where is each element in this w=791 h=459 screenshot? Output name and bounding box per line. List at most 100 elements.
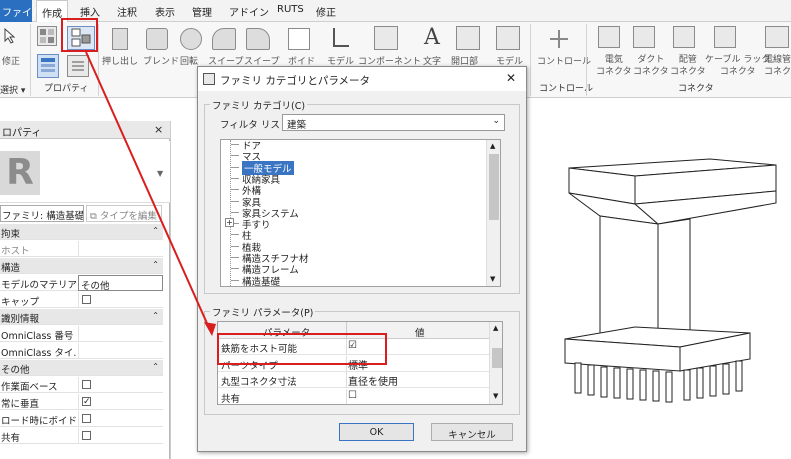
text-icon[interactable]: A	[420, 26, 444, 50]
property-value[interactable]	[78, 241, 163, 257]
property-section[interactable]: 識別情報 ⌃	[0, 309, 163, 325]
property-row[interactable]: OmniClass タイ...	[0, 343, 163, 359]
scroll-thumb[interactable]	[489, 154, 499, 220]
collapse-icon[interactable]: ⌃	[152, 260, 159, 269]
checkbox[interactable]	[82, 431, 91, 440]
menu-annotate[interactable]: 注釈	[117, 4, 137, 19]
pipe-connector-icon[interactable]	[673, 26, 695, 48]
component-icon[interactable]	[374, 26, 398, 50]
tool-cable-tray-connector[interactable]: ケーブル ラック コネクタ	[705, 54, 770, 78]
menu-manage[interactable]: 管理	[192, 4, 212, 19]
menu-modify[interactable]: 修正	[316, 4, 336, 19]
col-divider	[346, 388, 347, 404]
property-row[interactable]: 作業面ベース	[0, 377, 163, 393]
properties-close-icon[interactable]: ×	[154, 123, 163, 136]
electrical-connector-icon[interactable]	[598, 26, 620, 48]
tool-control[interactable]: コントロール	[537, 54, 591, 67]
checkbox[interactable]	[82, 414, 91, 423]
param-row[interactable]: 共有 ☐	[218, 388, 489, 404]
highlight-ribbon-button	[61, 18, 98, 52]
category-item[interactable]: 構造基礎	[242, 274, 280, 286]
params-scrollbar[interactable]: ▲ ▼	[489, 322, 502, 404]
tool-revolve[interactable]: 回転	[180, 54, 198, 67]
properties-icon[interactable]	[37, 54, 59, 78]
cable-tray-connector-icon[interactable]	[714, 26, 736, 48]
checkbox[interactable]: ✓	[82, 397, 91, 407]
modify-cursor-icon[interactable]	[3, 27, 17, 44]
category-scrollbar[interactable]: ▲ ▼	[486, 140, 500, 286]
property-section[interactable]: 構造 ⌃	[0, 258, 163, 274]
control-arrows-icon[interactable]	[548, 28, 570, 50]
scroll-thumb[interactable]	[492, 348, 502, 368]
property-section[interactable]: その他 ⌃	[0, 360, 163, 376]
property-row[interactable]: OmniClass 番号	[0, 326, 163, 342]
edit-type-button[interactable]: ⧉ タイプを編集	[86, 205, 162, 222]
param-value[interactable]: ☐	[348, 390, 357, 401]
ok-button[interactable]: OK	[339, 423, 414, 441]
blend-icon[interactable]	[146, 28, 168, 50]
property-value[interactable]	[78, 326, 163, 342]
collapse-icon[interactable]: ⌃	[152, 362, 159, 371]
conduit-connector-icon[interactable]	[765, 26, 789, 48]
model-group-icon[interactable]	[496, 26, 520, 50]
revolve-icon[interactable]	[180, 28, 202, 50]
scroll-up-icon[interactable]: ▲	[493, 324, 498, 332]
menu-insert[interactable]: 挿入	[80, 4, 100, 19]
property-value[interactable]: その他	[78, 275, 163, 292]
modify-label[interactable]: 修正	[2, 54, 20, 67]
property-label: その他	[1, 365, 30, 376]
tool-blend[interactable]: ブレンド	[143, 54, 179, 67]
property-label: 拘束	[1, 229, 21, 240]
filter-select[interactable]: 建築 ⌄	[282, 114, 505, 131]
type-selector[interactable]: ファミリ: 構造基礎	[0, 205, 84, 222]
scroll-down-icon[interactable]: ▼	[493, 392, 498, 400]
category-group-label: ファミリ カテゴリ(C)	[210, 98, 308, 112]
property-section[interactable]: 拘束 ⌃	[0, 224, 163, 240]
chevron-down-icon: ⌄	[492, 116, 500, 126]
category-list[interactable]: ドア マス 一般モデル 収納家具 外構 家具 家具システム 手すり + 柱植栽 構造スチフナ材 構造フ…	[220, 139, 501, 287]
checkbox[interactable]	[82, 380, 91, 389]
menu-addins[interactable]: アドイン	[229, 4, 269, 19]
scroll-down-icon[interactable]: ▼	[490, 275, 495, 283]
property-row[interactable]: ロード時にボイドで...	[0, 411, 163, 427]
select-label[interactable]: 選択 ▾	[0, 83, 25, 96]
menu-view[interactable]: 表示	[155, 4, 175, 19]
void-icon[interactable]	[288, 28, 310, 50]
menu-file[interactable]: ファイル	[0, 0, 42, 22]
sweep-icon[interactable]	[212, 28, 236, 50]
param-value[interactable]: 直径を使用	[348, 373, 398, 388]
tool-conduit-connector[interactable]: 電線管 コネク	[764, 54, 791, 78]
revit-logo: R	[0, 151, 40, 195]
expand-icon[interactable]: +	[225, 218, 234, 228]
property-row[interactable]: ホスト	[0, 241, 163, 257]
menu-ruts[interactable]: RUTS	[277, 4, 304, 15]
opening-icon[interactable]	[456, 26, 480, 50]
tool-extrusion[interactable]: 押し出し	[102, 54, 138, 67]
property-label: モデルのマテリア...	[1, 280, 76, 291]
collapse-icon[interactable]: ⌃	[152, 311, 159, 320]
separator	[30, 24, 31, 96]
property-row[interactable]: モデルのマテリア...その他	[0, 275, 163, 292]
type-properties-icon[interactable]	[67, 55, 89, 77]
checkbox[interactable]	[82, 295, 91, 304]
property-row[interactable]: 共有	[0, 428, 163, 444]
tool-duct-connector[interactable]: ダクト コネクタ	[633, 54, 669, 78]
cancel-button[interactable]: キャンセル	[431, 423, 513, 441]
property-row[interactable]: 常に垂直 ✓	[0, 394, 163, 410]
swept-blend-icon[interactable]	[246, 28, 270, 50]
duct-connector-icon[interactable]	[633, 26, 655, 48]
tool-electrical-connector[interactable]: 電気 コネクタ	[596, 54, 632, 78]
dialog-close-icon[interactable]: ✕	[506, 71, 516, 85]
property-value[interactable]	[78, 343, 163, 359]
scroll-up-icon[interactable]: ▲	[490, 142, 495, 150]
param-row[interactable]: 丸型コネクタ寸法 直径を使用	[218, 372, 489, 388]
extrusion-icon[interactable]	[112, 28, 128, 50]
type-dropdown-icon[interactable]: ▼	[157, 169, 163, 178]
property-row[interactable]: キャップ	[0, 292, 163, 308]
tool-pipe-connector[interactable]: 配管 コネクタ	[670, 54, 706, 78]
edit-type-label: タイプを編集	[99, 211, 157, 222]
collapse-icon[interactable]: ⌃	[152, 226, 159, 235]
filter-value: 建築	[287, 120, 307, 131]
model-line-icon[interactable]	[331, 26, 351, 50]
family-category-icon[interactable]	[37, 26, 57, 46]
